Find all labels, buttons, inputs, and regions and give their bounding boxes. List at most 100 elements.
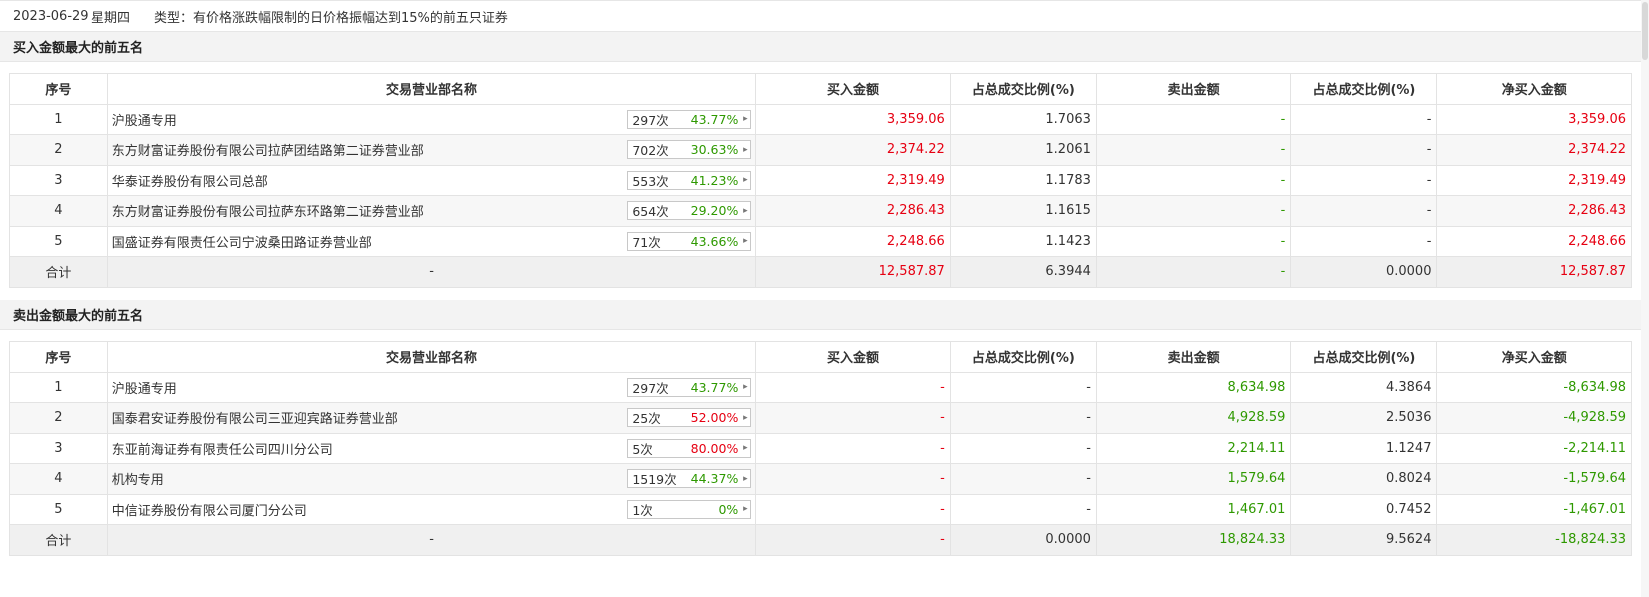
row-name-cell: 中信证券股份有限公司厦门分公司 1次 0% ▸ <box>106 493 757 525</box>
win-rate: 43.66% <box>690 233 739 249</box>
total-name: - <box>106 256 757 288</box>
branch-stats-button[interactable]: 71次 43.66% ▸ <box>627 231 752 251</box>
branch-name-link[interactable]: 国盛证券有限责任公司宁波桑田路证券营业部 <box>112 232 372 251</box>
branch-stats-button[interactable]: 654次 29.20% ▸ <box>627 201 752 220</box>
header-sell-pct: 占总成交比例(%) <box>1290 73 1438 105</box>
row-name-cell: 沪股通专用 297次 43.77% ▸ <box>106 103 757 135</box>
sell-ratio: - <box>1290 195 1438 227</box>
branch-name-link[interactable]: 沪股通专用 <box>112 378 177 397</box>
sell-amount: 2,214.11 <box>1095 432 1292 464</box>
total-name: - <box>106 524 757 556</box>
branch-name-link[interactable]: 东方财富证券股份有限公司拉萨东环路第二证券营业部 <box>112 201 424 220</box>
win-rate: 43.77% <box>690 111 739 127</box>
win-rate: 0% <box>718 501 739 517</box>
table-row: 2 国泰君安证券股份有限公司三亚迎宾路证券营业部 25次 52.00% ▸ - … <box>9 402 1632 434</box>
buy-ratio: - <box>949 402 1097 434</box>
list-count: 5次 <box>632 441 653 457</box>
row-seq: 4 <box>9 463 108 495</box>
branch-name-link[interactable]: 东方财富证券股份有限公司拉萨团结路第二证券营业部 <box>112 140 424 159</box>
branch-stats-button[interactable]: 5次 80.00% ▸ <box>627 438 752 458</box>
row-seq: 2 <box>9 402 108 434</box>
sell-ratio: 0.7452 <box>1290 493 1438 525</box>
win-rate: 41.23% <box>690 172 739 188</box>
branch-name-link[interactable]: 机构专用 <box>112 469 164 488</box>
sell-amount: - <box>1095 134 1292 166</box>
list-count: 71次 <box>632 234 661 250</box>
header-buy: 买入金额 <box>755 73 951 105</box>
branch-stats-button[interactable]: 702次 30.63% ▸ <box>627 140 752 159</box>
branch-stats-button[interactable]: 297次 43.77% ▸ <box>627 109 752 129</box>
row-name-cell: 机构专用 1519次 44.37% ▸ <box>106 463 757 495</box>
row-name-cell: 东方财富证券股份有限公司拉萨团结路第二证券营业部 702次 30.63% ▸ <box>106 134 757 166</box>
win-rate: 80.00% <box>690 440 739 456</box>
sell-amount: - <box>1095 195 1292 227</box>
table-row: 3 东亚前海证券有限责任公司四川分公司 5次 80.00% ▸ - - 2,21… <box>9 432 1632 464</box>
branch-stats-button[interactable]: 553次 41.23% ▸ <box>627 170 752 190</box>
list-count: 702次 <box>632 143 669 158</box>
header-seq: 序号 <box>9 341 108 373</box>
page: 2023-06-29 星期四 类型：有价格涨跌幅限制的日价格振幅达到15%的前五… <box>0 0 1649 597</box>
table-row: 2 东方财富证券股份有限公司拉萨团结路第二证券营业部 702次 30.63% ▸… <box>9 134 1632 166</box>
chevron-right-icon: ▸ <box>743 205 748 216</box>
buy-amount: 2,286.43 <box>755 195 951 227</box>
total-sell-amount: - <box>1095 256 1292 288</box>
branch-name-link[interactable]: 华泰证券股份有限公司总部 <box>112 171 268 190</box>
branch-name-link[interactable]: 沪股通专用 <box>112 110 177 129</box>
total-sell-amount: 18,824.33 <box>1095 524 1292 556</box>
row-name-cell: 沪股通专用 297次 43.77% ▸ <box>106 371 757 403</box>
buy-ratio: - <box>949 371 1097 403</box>
sell-ratio: - <box>1290 103 1438 135</box>
total-net-amount: -18,824.33 <box>1436 524 1632 556</box>
net-amount: -8,634.98 <box>1436 371 1632 403</box>
branch-stats-button[interactable]: 25次 52.00% ▸ <box>627 408 752 427</box>
trade-weekday: 星期四 <box>91 10 131 26</box>
list-type: 类型：有价格涨跌幅限制的日价格振幅达到15%的前五只证券 <box>154 10 508 26</box>
sell-ratio: 1.1247 <box>1290 432 1438 464</box>
chevron-right-icon: ▸ <box>743 144 748 155</box>
total-sell-ratio: 9.5624 <box>1290 524 1438 556</box>
row-name-cell: 华泰证券股份有限公司总部 553次 41.23% ▸ <box>106 164 757 196</box>
sell-amount: 1,579.64 <box>1095 463 1292 495</box>
buy-ratio: 1.1423 <box>949 225 1097 257</box>
buy-ratio: - <box>949 463 1097 495</box>
branch-stats-button[interactable]: 1次 0% ▸ <box>627 499 752 519</box>
table-header-row: 序号 交易营业部名称 买入金额 占总成交比例(%) 卖出金额 占总成交比例(%)… <box>9 341 1632 373</box>
scrollbar-thumb[interactable] <box>1642 2 1648 60</box>
chevron-right-icon: ▸ <box>743 114 748 124</box>
total-label: 合计 <box>9 256 108 288</box>
branch-name-link[interactable]: 国泰君安证券股份有限公司三亚迎宾路证券营业部 <box>112 408 398 427</box>
branch-stats-button[interactable]: 297次 43.77% ▸ <box>627 377 752 397</box>
buy-section-title: 买入金额最大的前五名 <box>13 41 144 56</box>
row-name-cell: 国盛证券有限责任公司宁波桑田路证券营业部 71次 43.66% ▸ <box>106 225 757 257</box>
table-row: 5 中信证券股份有限公司厦门分公司 1次 0% ▸ - - 1,467.01 0… <box>9 493 1632 525</box>
vertical-scrollbar[interactable] <box>1641 0 1649 597</box>
buy-amount: - <box>755 432 951 464</box>
header-net: 净买入金额 <box>1436 73 1632 105</box>
net-amount: 2,248.66 <box>1436 225 1632 257</box>
chevron-right-icon: ▸ <box>743 236 748 246</box>
buy-amount: - <box>755 371 951 403</box>
row-name-cell: 东亚前海证券有限责任公司四川分公司 5次 80.00% ▸ <box>106 432 757 464</box>
row-seq: 1 <box>9 371 108 403</box>
net-amount: -2,214.11 <box>1436 432 1632 464</box>
chevron-right-icon: ▸ <box>743 473 748 484</box>
sell-section-title: 卖出金额最大的前五名 <box>13 309 144 324</box>
win-rate: 52.00% <box>690 410 739 425</box>
branch-name-link[interactable]: 中信证券股份有限公司厦门分公司 <box>112 500 307 519</box>
row-name-cell: 东方财富证券股份有限公司拉萨东环路第二证券营业部 654次 29.20% ▸ <box>106 195 757 227</box>
row-seq: 4 <box>9 195 108 227</box>
total-net-amount: 12,587.87 <box>1436 256 1632 288</box>
buy-ratio: - <box>949 493 1097 525</box>
branch-stats-button[interactable]: 1519次 44.37% ▸ <box>627 469 752 488</box>
buy-section-header: 买入金额最大的前五名 <box>0 32 1649 62</box>
buy-amount: - <box>755 463 951 495</box>
sell-amount: 8,634.98 <box>1095 371 1292 403</box>
sell-ratio: - <box>1290 225 1438 257</box>
sell-amount: - <box>1095 103 1292 135</box>
buy-amount: 2,319.49 <box>755 164 951 196</box>
net-amount: 2,319.49 <box>1436 164 1632 196</box>
total-buy-amount: - <box>755 524 951 556</box>
branch-name-link[interactable]: 东亚前海证券有限责任公司四川分公司 <box>112 439 333 458</box>
table-row: 4 东方财富证券股份有限公司拉萨东环路第二证券营业部 654次 29.20% ▸… <box>9 195 1632 227</box>
buy-ratio: 1.1615 <box>949 195 1097 227</box>
